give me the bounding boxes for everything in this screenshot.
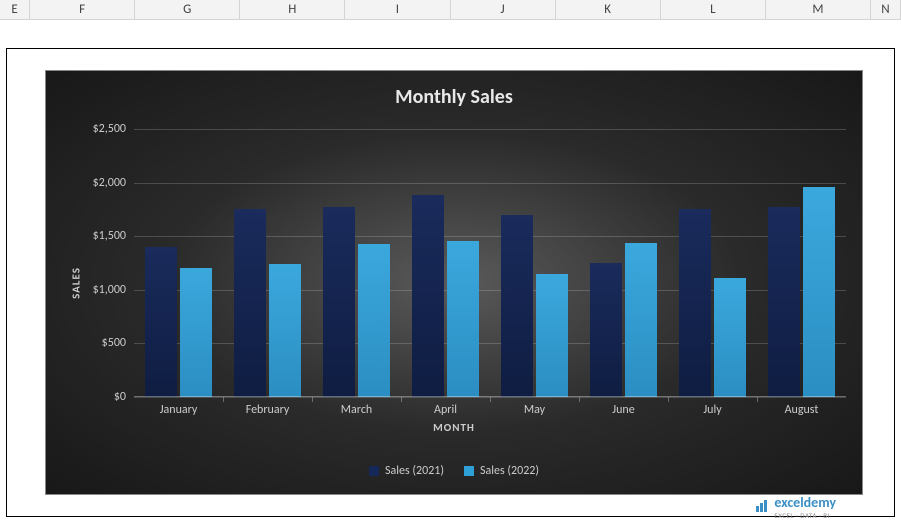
bar-group	[234, 209, 302, 397]
bar-group	[679, 209, 747, 397]
x-tick-label: July	[703, 403, 721, 417]
col-G[interactable]: G	[135, 0, 240, 19]
legend-item-2022: Sales (2022)	[464, 464, 539, 478]
col-H[interactable]: H	[240, 0, 345, 19]
bar-group	[768, 187, 836, 397]
chart-title: Monthly Sales	[46, 71, 862, 109]
bar-2022[interactable]	[714, 278, 746, 397]
x-divider	[223, 397, 224, 402]
swatch-2022-icon	[464, 466, 474, 476]
grid-line	[134, 129, 846, 130]
bar-2022[interactable]	[269, 264, 301, 397]
bar-group	[145, 247, 213, 397]
bar-group	[501, 215, 569, 397]
x-axis-line	[134, 396, 846, 397]
y-tick-label: $1,500	[93, 229, 126, 243]
worksheet-area[interactable]: Monthly Sales SALES $0$500$1,000$1,500$2…	[0, 20, 901, 523]
plot-area: $0$500$1,000$1,500$2,000$2,500 JanuaryFe…	[134, 129, 846, 397]
x-tick-label: August	[785, 403, 819, 417]
x-tick-label: May	[524, 403, 545, 417]
x-tick-label: February	[246, 403, 290, 417]
bar-2021[interactable]	[501, 215, 533, 397]
x-tick-label: April	[434, 403, 457, 417]
bar-2022[interactable]	[180, 268, 212, 397]
col-L[interactable]: L	[661, 0, 766, 19]
bar-2022[interactable]	[447, 241, 479, 398]
grid-line	[134, 183, 846, 184]
x-axis-label: MONTH	[433, 421, 475, 434]
y-tick-label: $1,000	[93, 283, 126, 297]
x-divider	[579, 397, 580, 402]
bar-group	[412, 195, 480, 397]
bar-2021[interactable]	[768, 207, 800, 397]
bar-2021[interactable]	[234, 209, 266, 397]
col-F[interactable]: F	[30, 0, 135, 19]
x-tick-label: June	[612, 403, 634, 417]
watermark-brand: exceldemy	[774, 494, 836, 511]
legend-item-2021: Sales (2021)	[369, 464, 444, 478]
bar-2022[interactable]	[625, 243, 657, 397]
x-divider	[312, 397, 313, 402]
bar-2021[interactable]	[590, 263, 622, 397]
col-E[interactable]: E	[0, 0, 30, 19]
chart-object[interactable]: Monthly Sales SALES $0$500$1,000$1,500$2…	[45, 70, 863, 495]
chart-legend: Sales (2021) Sales (2022)	[369, 464, 539, 478]
legend-label-2021: Sales (2021)	[385, 464, 444, 478]
x-divider	[668, 397, 669, 402]
bar-2022[interactable]	[536, 274, 568, 397]
col-J[interactable]: J	[451, 0, 556, 19]
bar-2021[interactable]	[412, 195, 444, 397]
x-divider	[401, 397, 402, 402]
col-N[interactable]: N	[871, 0, 901, 19]
bar-group	[323, 207, 391, 397]
chart-icon	[754, 498, 770, 517]
watermark-sub: EXCEL · DATA · BI	[774, 511, 836, 520]
x-tick-label: March	[341, 403, 372, 417]
watermark: exceldemy EXCEL · DATA · BI	[754, 494, 836, 520]
col-I[interactable]: I	[345, 0, 450, 19]
x-divider	[757, 397, 758, 402]
bar-2022[interactable]	[803, 187, 835, 397]
x-tick-label: January	[160, 403, 198, 417]
col-M[interactable]: M	[766, 0, 871, 19]
y-tick-label: $0	[114, 390, 126, 404]
bar-2021[interactable]	[323, 207, 355, 397]
bar-2021[interactable]	[679, 209, 711, 397]
column-header-row: E F G H I J K L M N	[0, 0, 901, 20]
legend-label-2022: Sales (2022)	[480, 464, 539, 478]
bar-group	[590, 243, 658, 397]
x-divider	[490, 397, 491, 402]
col-K[interactable]: K	[556, 0, 661, 19]
y-axis-label: SALES	[69, 267, 82, 299]
bar-2021[interactable]	[145, 247, 177, 397]
y-tick-label: $2,000	[93, 176, 126, 190]
swatch-2021-icon	[369, 466, 379, 476]
bar-2022[interactable]	[358, 244, 390, 397]
y-tick-label: $2,500	[93, 122, 126, 136]
y-tick-label: $500	[102, 336, 126, 350]
